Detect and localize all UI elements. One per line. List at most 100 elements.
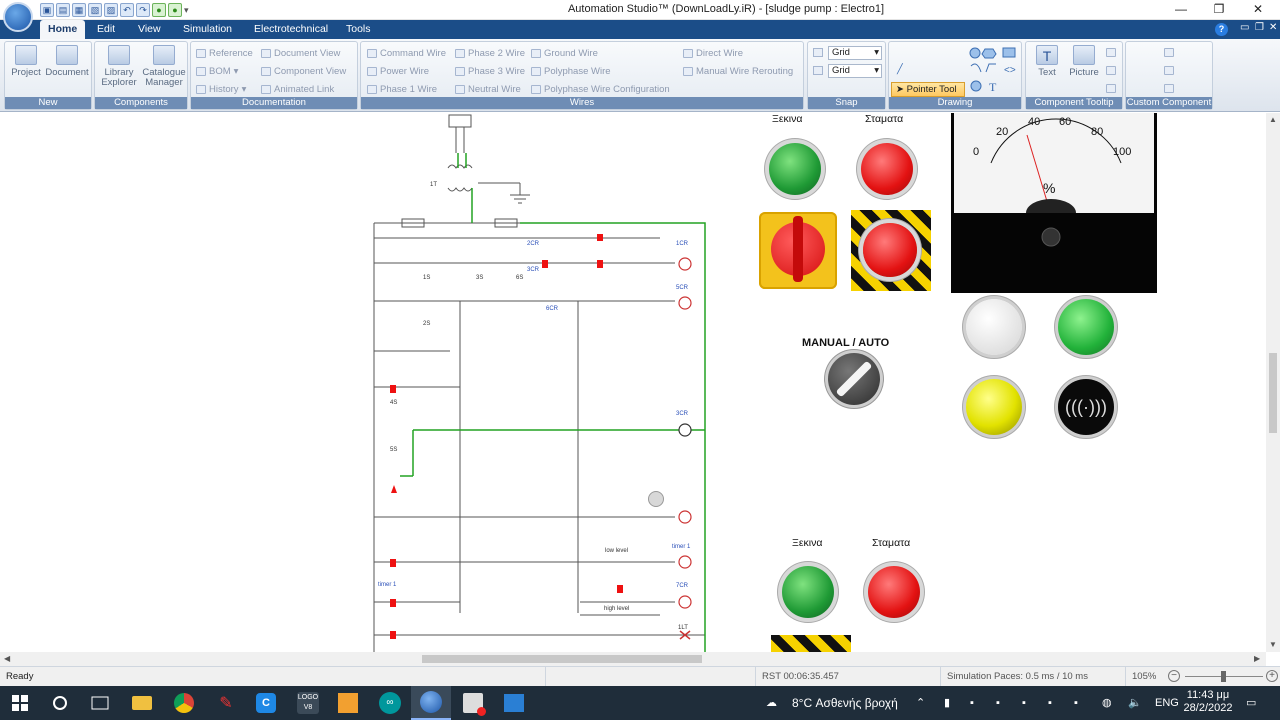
volume-icon[interactable]: 🔈 [1128,686,1142,720]
drawing-canvas[interactable]: 1CR 2CR 3CR 5CR 6CR 7CR 3CR timer 1 time… [0,113,1266,652]
mic-icon[interactable]: ▮ [944,686,950,720]
minimize-button[interactable]: — [1166,2,1196,16]
arduino-icon[interactable]: ∞ [370,686,410,720]
chrome-icon[interactable] [164,686,204,720]
catalogue-manager-button[interactable]: Catalogue Manager [139,45,189,88]
phase3-wire-button[interactable]: Phase 3 Wire [455,66,525,77]
phase1-wire-button[interactable]: Phase 1 Wire [367,84,437,95]
tray-app-icon-5[interactable]: ▪ [1074,686,1078,720]
picture-button[interactable]: Picture [1066,45,1102,78]
polyphase-wire-button[interactable]: Polyphase Wire [531,66,611,77]
manual-rerouting-button[interactable]: Manual Wire Rerouting [683,66,793,77]
stop-button-bottom[interactable] [868,566,920,618]
doc-minimize-icon[interactable]: ▭ [1240,22,1249,33]
bom-button[interactable]: BOM ▾ [196,66,238,77]
status-rst: RST 00:06:35.457 [755,667,935,686]
group-label-custom: Custom Component [1126,97,1212,109]
animated-link-button[interactable]: Animated Link [261,84,334,95]
library-explorer-button[interactable]: Library Explorer [97,45,141,88]
pointer-tool-button[interactable]: ➤ Pointer Tool [891,82,965,97]
clock[interactable]: 11:43 μμ 28/2/2022 [1183,689,1233,723]
history-button[interactable]: History ▾ [196,84,246,95]
tray-app-icon-2[interactable]: ▪ [996,686,1000,720]
manual-auto-selector[interactable] [828,353,880,405]
app-blue-icon[interactable] [494,686,534,720]
drawing-shapes-icon[interactable]: <> T [969,46,1021,94]
ribbon: Project Document New Library Explorer Ca… [0,39,1280,112]
vertical-scroll-thumb[interactable] [1269,353,1277,433]
tooltip-option-icon-3[interactable] [1106,84,1116,93]
snap-grid-select-2[interactable]: Grid ▾ [828,64,882,78]
restore-button[interactable]: ❐ [1204,2,1234,16]
tooltip-option-icon-1[interactable] [1106,48,1116,57]
document-view-button[interactable]: Document View [261,48,340,59]
acrobat-icon[interactable]: ✎ [206,686,246,720]
tab-edit[interactable]: Edit [89,20,123,39]
zoom-slider-thumb[interactable] [1221,671,1226,682]
search-icon[interactable] [40,686,80,720]
weather-icon[interactable]: ☁ [766,686,777,720]
vertical-scrollbar[interactable]: ▲ ▼ [1266,113,1280,652]
weather-text[interactable]: 8°C Ασθενής βροχή [792,686,898,720]
help-icon[interactable]: ? [1215,23,1228,36]
emergency-isolator-switch[interactable] [759,212,837,289]
ladder-schematic[interactable]: 1CR 2CR 3CR 5CR 6CR 7CR 3CR timer 1 time… [360,113,730,652]
snap-grid-select[interactable]: Grid ▾ [828,46,882,60]
tab-home[interactable]: Home [40,20,86,39]
phase2-wire-button[interactable]: Phase 2 Wire [455,48,525,59]
custom-comp-icon-1[interactable] [1164,48,1174,57]
horizontal-scrollbar[interactable]: ◀ ▶ [0,652,1266,666]
ground-wire-button[interactable]: Ground Wire [531,48,598,59]
text-button[interactable]: T Text [1032,45,1062,78]
custom-comp-icon-3[interactable] [1164,84,1174,93]
zoom-in-button[interactable]: + [1266,670,1278,682]
tab-electrotechnical[interactable]: Electrotechnical [246,20,336,39]
start-button-bottom[interactable] [782,566,834,618]
scroll-down-icon[interactable]: ▼ [1269,640,1277,649]
line-tool-icon[interactable]: ╱ [897,64,903,75]
tooltip-option-icon-2[interactable] [1106,66,1116,75]
app-logo-icon[interactable] [3,2,33,32]
doc-restore-icon[interactable]: ❐ [1255,22,1264,33]
tray-chevron-icon[interactable]: ⌃ [916,686,925,720]
start-button-top[interactable] [769,143,821,195]
notifications-icon[interactable]: ▭ [1246,686,1256,720]
app-orange-icon[interactable] [328,686,368,720]
polyphase-config-button[interactable]: Polyphase Wire Configuration [531,84,670,95]
tray-app-icon-1[interactable]: ▪ [970,686,974,720]
direct-wire-button[interactable]: Direct Wire [683,48,743,59]
scroll-up-icon[interactable]: ▲ [1269,115,1277,124]
network-icon[interactable]: ◍ [1102,686,1112,720]
emergency-stop-button[interactable] [863,223,917,277]
app-c-icon[interactable]: C [246,686,286,720]
tray-app-icon-3[interactable]: ▪ [1022,686,1026,720]
scroll-right-icon[interactable]: ▶ [1254,654,1260,663]
language-indicator[interactable]: ENG [1155,686,1179,720]
label-4s: 4S [390,400,397,406]
command-wire-button[interactable]: Command Wire [367,48,446,59]
windows-start-icon[interactable] [0,686,40,720]
file-explorer-icon[interactable] [122,686,162,720]
close-button[interactable]: ✕ [1243,2,1273,16]
task-view-icon[interactable] [80,686,120,720]
tab-view[interactable]: View [130,20,169,39]
horizontal-scroll-thumb[interactable] [422,655,702,663]
neutral-wire-button[interactable]: Neutral Wire [455,84,521,95]
custom-comp-icon-2[interactable] [1164,66,1174,75]
stop-button-top[interactable] [861,143,913,195]
document-button[interactable]: Document [45,45,89,78]
tab-simulation[interactable]: Simulation [175,20,240,39]
scroll-left-icon[interactable]: ◀ [4,654,10,663]
automation-studio-taskbar-icon[interactable] [411,686,451,720]
zoom-out-button[interactable]: − [1168,670,1180,682]
component-view-button[interactable]: Component View [261,66,346,77]
tab-tools[interactable]: Tools [338,20,379,39]
tray-app-icon-4[interactable]: ▪ [1048,686,1052,720]
recorder-icon[interactable] [453,686,493,720]
reference-button[interactable]: Reference [196,48,253,59]
doc-close-icon[interactable]: ✕ [1269,22,1277,33]
clock-date: 28/2/2022 [1183,702,1233,714]
project-button[interactable]: Project [9,45,43,78]
logo-v8-icon[interactable]: LOGO V8 [288,686,328,720]
power-wire-button[interactable]: Power Wire [367,66,429,77]
